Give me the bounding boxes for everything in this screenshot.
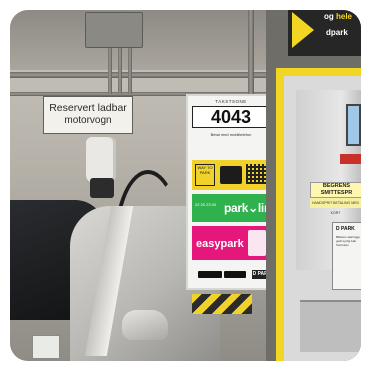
sign-text-highlight: hele xyxy=(336,12,353,21)
vertical-conduit xyxy=(128,46,132,94)
ev-charger-socket xyxy=(90,178,114,198)
zone-header: TAKSTSONE xyxy=(215,99,247,104)
pay-machine-screen[interactable] xyxy=(346,104,361,146)
chevron-right-icon xyxy=(292,12,314,48)
vertical-conduit xyxy=(118,46,122,94)
car-side-mirror xyxy=(122,310,168,340)
reserved-sign-line1: Reservert ladbar xyxy=(49,102,127,114)
registration-sticker xyxy=(32,335,60,359)
way-to-park-logo: WAY TO PARK xyxy=(195,164,215,186)
sign-brand: dpark xyxy=(326,28,348,37)
reserved-sign-line2: motorvogn xyxy=(64,115,112,126)
sign-text-prefix: og xyxy=(324,12,336,21)
card-reader-slot[interactable] xyxy=(340,154,361,164)
vertical-conduit xyxy=(108,46,112,94)
easypark-block: easypark xyxy=(192,226,270,260)
info-card-logo: D PARK xyxy=(336,226,355,232)
junction-box xyxy=(85,12,143,48)
panel-footer: D PARK xyxy=(192,264,272,284)
notice-sticker: BEGRENS SMITTESPR xyxy=(310,182,361,198)
park-link-block: 22 20 23 00 park⌄link xyxy=(192,194,278,222)
sign-text-top: og hele xyxy=(324,12,352,21)
parking-info-sign: TAKSTSONE 4043 Betal med mobiltelefon WA… xyxy=(186,94,278,290)
qr-code-icon xyxy=(246,164,266,184)
hazard-stripes xyxy=(192,294,252,314)
notice-subtext: HANDSPRIT BETALING MED KORT xyxy=(310,198,361,215)
ticket-output[interactable] xyxy=(300,300,361,352)
info-card-text: Billetten skal ligge godt synlig bak fro… xyxy=(336,235,361,247)
way-to-park-block: WAY TO PARK xyxy=(192,160,270,190)
park-link-number: 22 20 23 00 xyxy=(195,202,217,207)
app-store-badge-icon xyxy=(198,271,222,278)
photo: Reservert ladbar motorvogn TAKSTSONE 404… xyxy=(10,10,361,361)
app-badge xyxy=(220,166,242,184)
zone-number: 4043 xyxy=(192,106,270,128)
vertical-pipe xyxy=(248,10,254,100)
easypark-logo: easypark xyxy=(196,238,244,250)
google-play-badge-icon xyxy=(224,271,246,278)
ev-charger xyxy=(86,137,116,183)
pay-by-phone-text: Betal med mobiltelefon xyxy=(210,132,252,137)
reserved-ev-sign: Reservert ladbar motorvogn xyxy=(43,96,133,134)
info-card: D PARK Billetten skal ligge godt synlig … xyxy=(332,222,361,290)
horizontal-pipe xyxy=(10,72,272,78)
phone-icon xyxy=(248,230,266,256)
